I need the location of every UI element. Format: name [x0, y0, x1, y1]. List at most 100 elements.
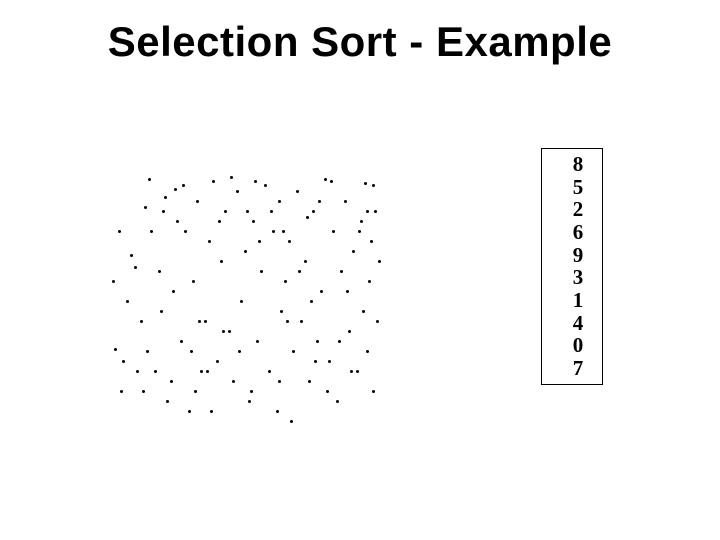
scatter-dot [336, 400, 339, 403]
scatter-dot [236, 190, 239, 193]
scatter-dot [188, 410, 191, 413]
scatter-dot [278, 200, 281, 203]
scatter-dot [372, 184, 375, 187]
scatter-dot [368, 280, 371, 283]
scatter-dot [280, 310, 283, 313]
scatter-dot [212, 180, 215, 183]
scatter-dot [172, 290, 175, 293]
scatter-dot [316, 340, 319, 343]
scatter-dot [258, 240, 261, 243]
scatter-dot [364, 182, 367, 185]
scatter-dot [264, 184, 267, 187]
scatter-dot [320, 290, 323, 293]
scatter-dot [248, 400, 251, 403]
scatter-dot [296, 190, 299, 193]
scatter-dot [148, 178, 151, 181]
scatter-dot [268, 370, 271, 373]
scatter-dot [348, 330, 351, 333]
scatter-dot [288, 240, 291, 243]
scatter-dot [284, 280, 287, 283]
scatter-dot [160, 310, 163, 313]
scatter-dot [356, 370, 359, 373]
scatter-dot [346, 290, 349, 293]
scatter-dot [254, 180, 257, 183]
scatter-dot [256, 340, 259, 343]
scatter-dot [218, 220, 221, 223]
scatter-dot [350, 370, 353, 373]
scatter-dot [300, 320, 303, 323]
scatter-dot [246, 210, 249, 213]
scatter-dot [328, 360, 331, 363]
scatter-dot [164, 196, 167, 199]
scatter-dot [306, 216, 309, 219]
scatter-dot [372, 390, 375, 393]
scatter-dot [216, 360, 219, 363]
scatter-dot [208, 240, 211, 243]
scatter-dot [292, 350, 295, 353]
scatter-dot [114, 348, 117, 351]
scatter-dot [366, 210, 369, 213]
scatter-dot [126, 300, 129, 303]
scatter-dot [282, 230, 285, 233]
scatter-dot [130, 254, 133, 257]
scatter-dot [120, 390, 123, 393]
scatter-dot [154, 370, 157, 373]
scatter-dot [136, 370, 139, 373]
scatter-dot [326, 390, 329, 393]
array-cell: 9 [542, 244, 602, 267]
scatter-dot [228, 330, 231, 333]
scatter-dot [162, 210, 165, 213]
scatter-dot [196, 200, 199, 203]
scatter-dot [360, 220, 363, 223]
scatter-dot [144, 206, 147, 209]
scatter-dot [170, 380, 173, 383]
scatter-dot [286, 320, 289, 323]
scatter-dot [200, 370, 203, 373]
scatter-dot [224, 210, 227, 213]
scatter-dot [260, 270, 263, 273]
scatter-dot [278, 380, 281, 383]
scatter-dot [176, 220, 179, 223]
scatter-dot [252, 220, 255, 223]
scatter-dot [272, 230, 275, 233]
array-cell: 7 [542, 357, 602, 380]
slide: Selection Sort - Example 8526931407 [0, 0, 720, 540]
scatter-dot [340, 270, 343, 273]
scatter-dot [142, 390, 145, 393]
scatter-dot [166, 400, 169, 403]
array-cell: 2 [542, 198, 602, 221]
array-cell: 8 [542, 153, 602, 176]
scatter-dot [180, 340, 183, 343]
scatter-dot [344, 200, 347, 203]
scatter-dot [174, 188, 177, 191]
scatter-dot [314, 360, 317, 363]
scatter-dot [250, 390, 253, 393]
scatter-dot [362, 310, 365, 313]
scatter-dot [158, 270, 161, 273]
scatter-dot [140, 320, 143, 323]
scatter-dot [244, 250, 247, 253]
scatter-dot [184, 230, 187, 233]
scatter-dot [370, 240, 373, 243]
scatter-dot [366, 350, 369, 353]
scatter-dot [318, 200, 321, 203]
scatter-dot [332, 230, 335, 233]
scatter-dot [310, 300, 313, 303]
scatter-dot [204, 320, 207, 323]
scatter-dot [192, 280, 195, 283]
scatter-dot [190, 350, 193, 353]
scatter-dot [118, 230, 121, 233]
scatter-dot [312, 210, 315, 213]
scatter-dot [352, 250, 355, 253]
scatter-dot [238, 350, 241, 353]
scatter-dot [276, 410, 279, 413]
scatter-dot [220, 260, 223, 263]
scatter-dot [206, 370, 209, 373]
scatter-dot [150, 230, 153, 233]
scatter-dot [374, 210, 377, 213]
scatter-plot [100, 170, 380, 430]
slide-title: Selection Sort - Example [0, 18, 720, 66]
scatter-dot [146, 350, 149, 353]
scatter-dot [122, 360, 125, 363]
scatter-dot [298, 270, 301, 273]
